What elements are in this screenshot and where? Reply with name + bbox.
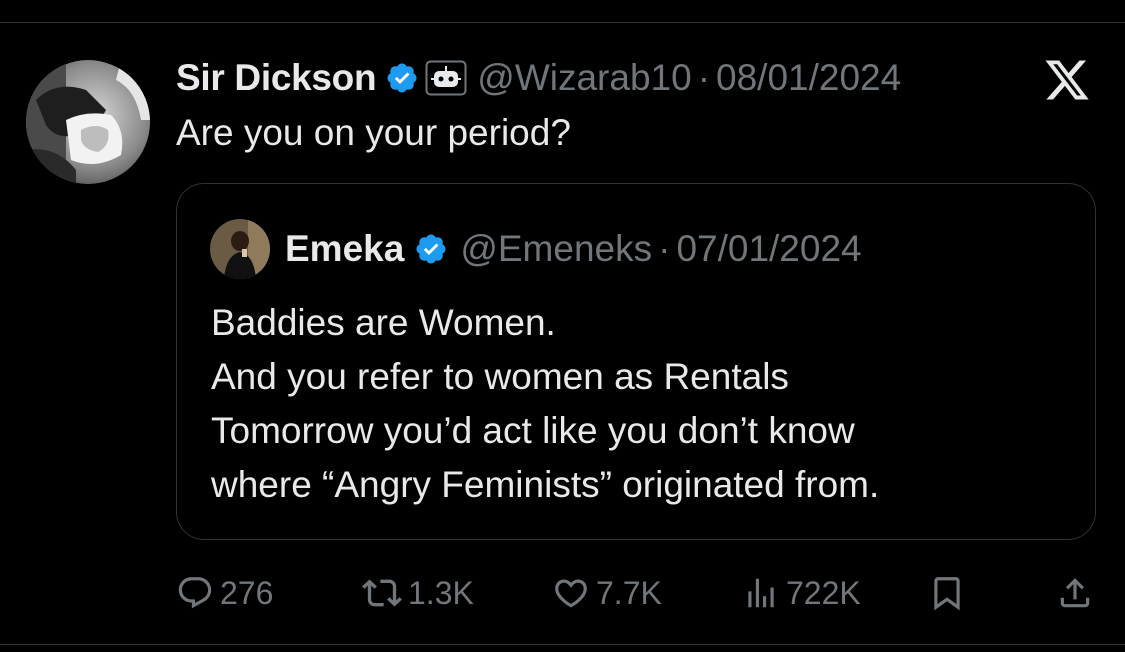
reply-icon [176, 574, 214, 612]
share-icon [1056, 574, 1094, 612]
tweet-text: Are you on your period? [176, 112, 571, 153]
quoted-author-handle[interactable]: @Emeneks [460, 228, 652, 270]
tweet-action-bar: 276 1.3K 7.7K 722K [176, 568, 1096, 618]
quoted-tweet-date[interactable]: 07/01/2024 [676, 228, 861, 270]
share-button[interactable] [1056, 568, 1094, 618]
verified-badge-icon [385, 61, 419, 95]
repost-icon [362, 573, 402, 613]
quoted-author-display-name[interactable]: Emeka [285, 228, 404, 270]
quoted-tweet-header: Emeka @Emeneks · 07/01/2024 [285, 224, 862, 274]
views-icon [742, 574, 780, 612]
views-count: 722K [786, 574, 861, 611]
quoted-text-line: Tomorrow you’d act like you don’t know [211, 410, 855, 451]
quoted-author-avatar[interactable] [210, 219, 270, 279]
top-divider [0, 22, 1125, 23]
avatar-image [26, 60, 150, 184]
x-logo-icon [1042, 56, 1092, 104]
like-count: 7.7K [596, 574, 662, 611]
quoted-tweet-text: Baddies are Women. And you refer to wome… [211, 296, 879, 512]
like-button[interactable]: 7.7K [552, 568, 662, 618]
quoted-header-separator: · [658, 228, 671, 269]
bookmark-button[interactable] [928, 568, 966, 618]
quoted-text-line: where “Angry Feminists” originated from. [211, 464, 880, 505]
quoted-text-line: Baddies are Women. [211, 302, 556, 343]
tweet-date[interactable]: 08/01/2024 [716, 57, 901, 99]
verified-badge-icon [414, 232, 448, 266]
reply-count: 276 [220, 574, 274, 611]
like-icon [552, 574, 590, 612]
bottom-divider [0, 644, 1125, 645]
quoted-tweet-card[interactable]: Emeka @Emeneks · 07/01/2024 Baddies are … [176, 183, 1096, 540]
header-separator: · [697, 57, 711, 98]
repost-count: 1.3K [408, 574, 474, 611]
author-avatar[interactable] [26, 60, 150, 184]
quoted-avatar-image [210, 219, 270, 279]
author-display-name[interactable]: Sir Dickson [176, 57, 377, 99]
views-button[interactable]: 722K [742, 568, 861, 618]
repost-button[interactable]: 1.3K [362, 568, 474, 618]
reply-button[interactable]: 276 [176, 568, 273, 618]
bookmark-icon [928, 574, 966, 612]
automated-account-icon [425, 60, 467, 96]
tweet-header: Sir Dickson @Wizarab10 · 08/01/2024 [176, 52, 901, 104]
quoted-text-line: And you refer to women as Rentals [211, 356, 789, 397]
author-handle[interactable]: @Wizarab10 [477, 57, 691, 99]
